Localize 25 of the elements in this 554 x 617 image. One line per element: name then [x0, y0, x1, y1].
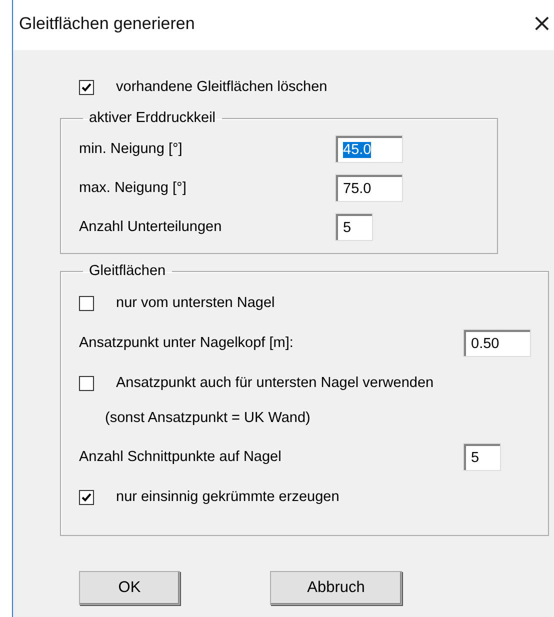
checkbox-label: nur einsinnig gekrümmte erzeugen	[116, 489, 340, 505]
input-field[interactable]: 5	[463, 443, 501, 471]
field-label: Ansatzpunkt unter Nagelkopf [m]:	[79, 335, 294, 351]
close-button[interactable]: ×	[532, 9, 552, 37]
group-title: Gleitflächen	[88, 263, 167, 279]
input-field[interactable]: 0.50	[463, 329, 531, 357]
checkbox-label: nur vom untersten Nagel	[116, 295, 275, 311]
field-label: Anzahl Schnittpunkte auf Nagel	[79, 449, 282, 465]
group-title: aktiver Erddruckkeil	[88, 110, 217, 126]
checkbox[interactable]	[79, 296, 94, 310]
checkbox-label: vorhandene Gleitflächen löschen	[116, 79, 328, 95]
note-text: (sonst Ansatzpunkt = UK Wand)	[105, 410, 310, 426]
checkbox[interactable]	[79, 376, 94, 390]
dialog-button[interactable]: OK	[79, 571, 180, 605]
input-field[interactable]: 5	[335, 212, 373, 240]
checkbox[interactable]	[79, 490, 94, 504]
checkbox[interactable]	[79, 80, 94, 94]
input-field[interactable]: 45.0	[335, 134, 403, 162]
field-label: max. Neigung [°]	[79, 180, 188, 196]
field-label: Anzahl Unterteilungen	[79, 218, 223, 234]
field-label: min. Neigung [°]	[79, 140, 184, 156]
window-title: Gleitflächen generieren	[19, 14, 195, 34]
dialog-button[interactable]: Abbruch	[270, 571, 402, 605]
checkbox-label: Ansatzpunkt auch für untersten Nagel verwenden	[116, 375, 434, 391]
input-field[interactable]: 75.0	[335, 174, 403, 202]
